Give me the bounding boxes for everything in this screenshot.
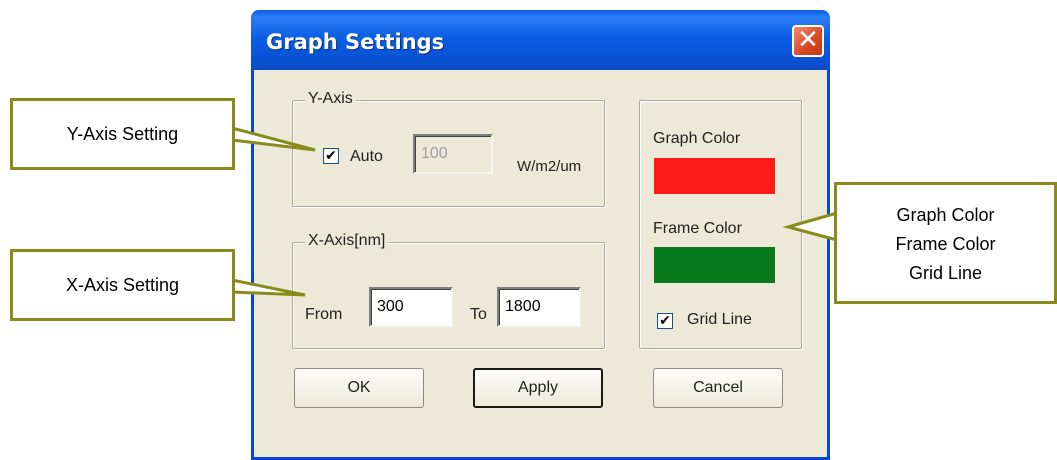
title-bar[interactable]: Graph Settings ✕ bbox=[251, 10, 830, 70]
colors-callout-line1: Graph Color bbox=[896, 205, 995, 225]
colors-callout-line2: Frame Color bbox=[895, 234, 996, 254]
graph-color-swatch[interactable] bbox=[654, 158, 775, 194]
auto-checkbox[interactable]: ✔ bbox=[323, 148, 339, 164]
cancel-button[interactable]: Cancel bbox=[653, 368, 783, 408]
auto-label: Auto bbox=[350, 148, 383, 165]
colors-group: Graph Color Frame Color ✔ Grid Line bbox=[639, 100, 802, 349]
graph-color-label: Graph Color bbox=[653, 130, 741, 147]
x-axis-from-input[interactable] bbox=[369, 287, 453, 327]
from-label: From bbox=[305, 306, 343, 323]
y-axis-legend: Y-Axis bbox=[305, 90, 356, 108]
y-axis-callout-text: Y-Axis Setting bbox=[66, 124, 179, 144]
y-axis-max-input[interactable] bbox=[413, 134, 493, 174]
x-axis-to-input[interactable] bbox=[497, 287, 581, 327]
x-axis-group: X-Axis[nm] From To bbox=[292, 232, 605, 349]
graph-settings-dialog: Graph Settings ✕ Y-Axis ✔ Auto W/m2/um X… bbox=[251, 10, 830, 460]
grid-line-checkbox[interactable]: ✔ bbox=[657, 313, 673, 329]
close-icon[interactable]: ✕ bbox=[792, 25, 824, 57]
apply-button[interactable]: Apply bbox=[473, 368, 603, 408]
y-axis-unit: W/m2/um bbox=[517, 158, 582, 175]
grid-line-label: Grid Line bbox=[687, 311, 752, 328]
colors-callout-line3: Grid Line bbox=[908, 263, 983, 283]
frame-color-label: Frame Color bbox=[653, 220, 742, 237]
frame-color-swatch[interactable] bbox=[654, 247, 775, 283]
y-axis-callout: Y-Axis Setting bbox=[10, 98, 235, 170]
x-axis-callout-text: X-Axis Setting bbox=[65, 275, 180, 295]
to-label: To bbox=[470, 306, 487, 323]
x-axis-legend: X-Axis[nm] bbox=[305, 232, 389, 250]
colors-callout: Graph Color Frame Color Grid Line bbox=[834, 182, 1057, 304]
ok-button[interactable]: OK bbox=[294, 368, 424, 408]
x-axis-callout: X-Axis Setting bbox=[10, 249, 235, 321]
y-axis-group: Y-Axis ✔ Auto W/m2/um bbox=[292, 90, 605, 207]
dialog-title: Graph Settings bbox=[266, 30, 445, 54]
